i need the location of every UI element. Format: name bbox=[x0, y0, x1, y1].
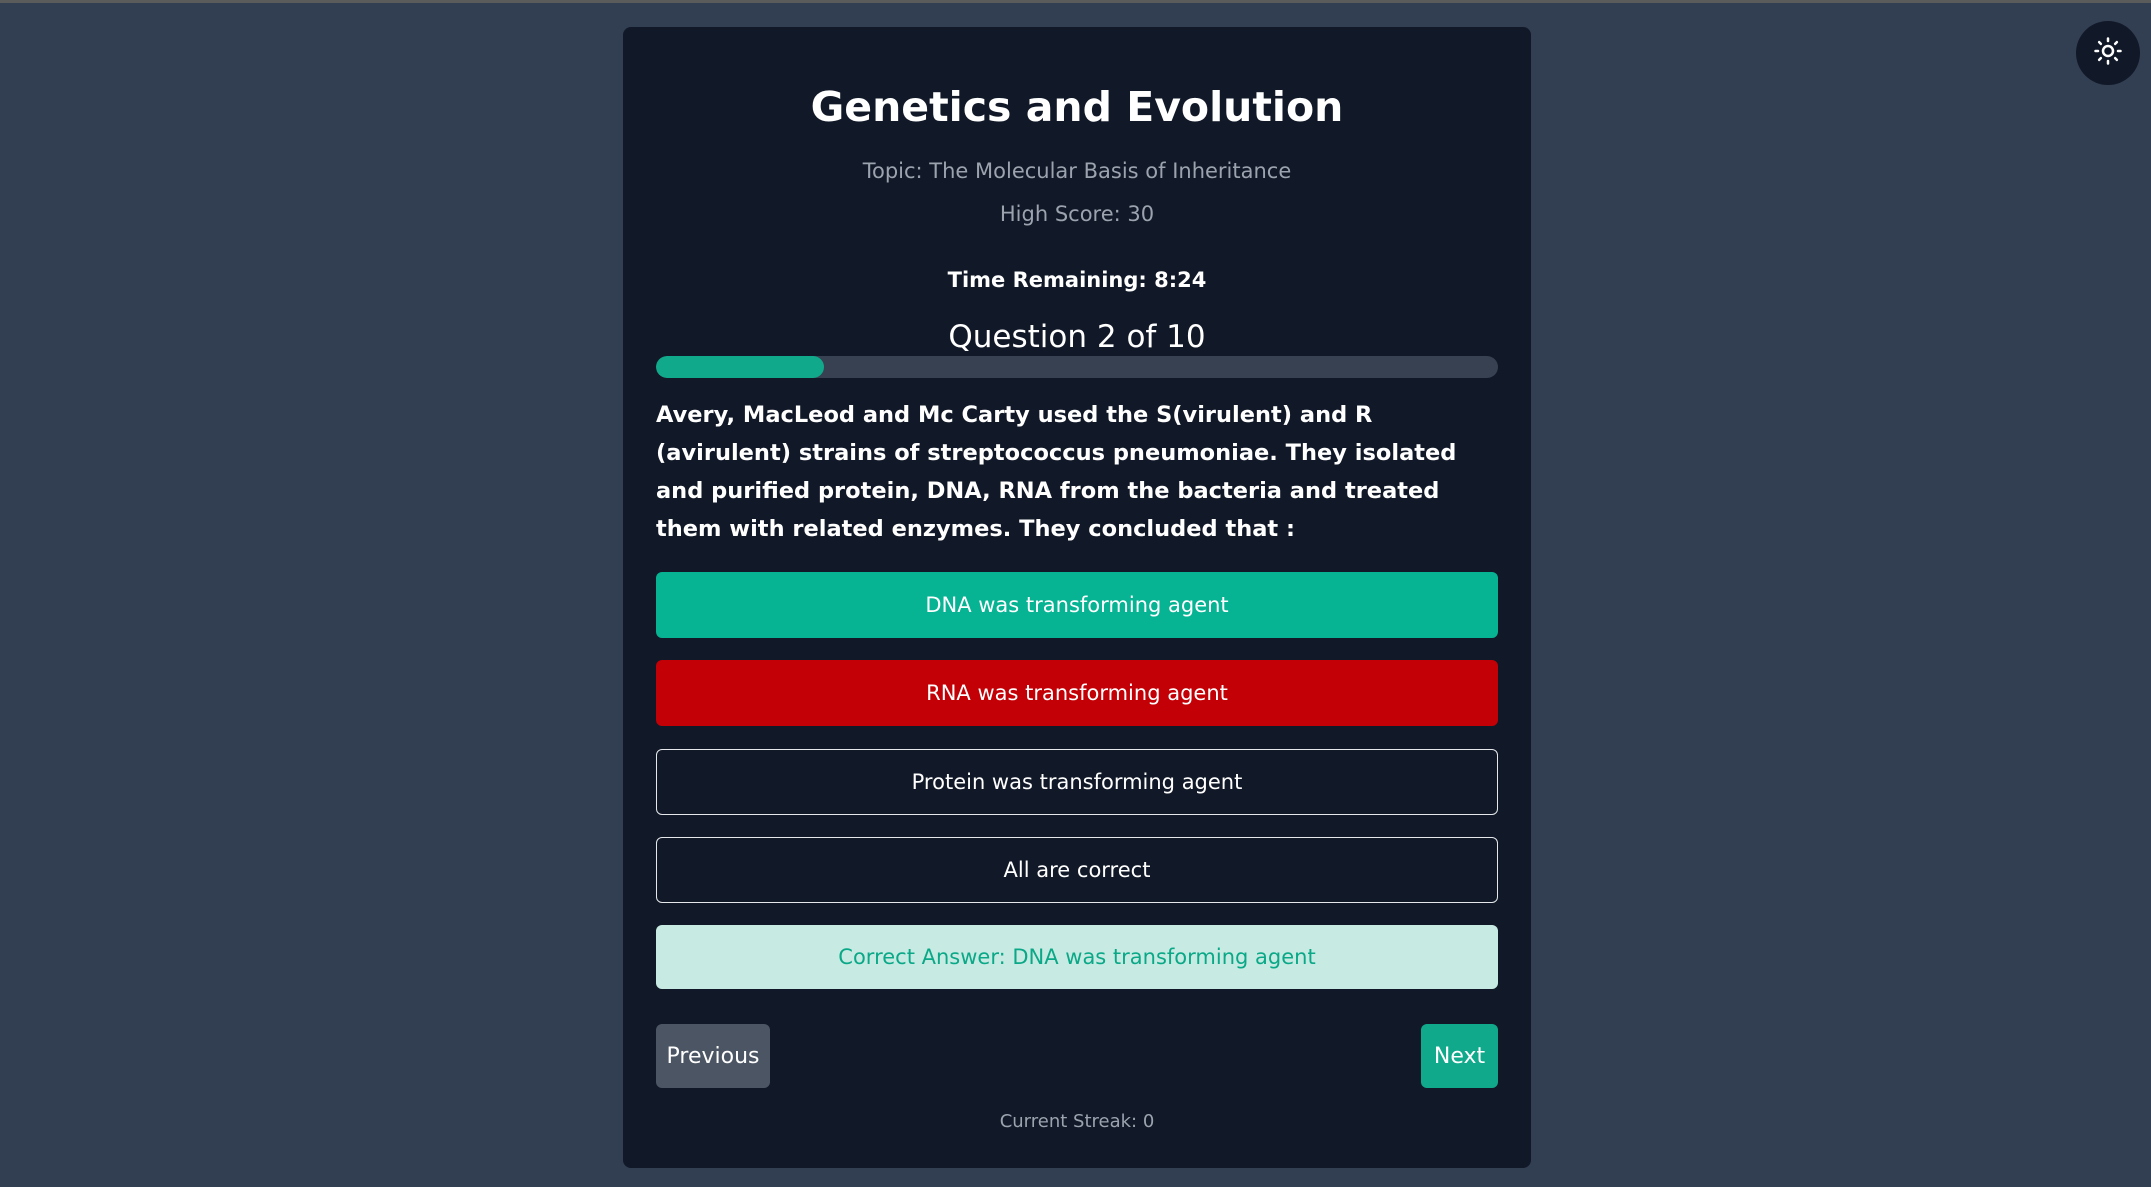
quiz-card: Genetics and Evolution Topic: The Molecu… bbox=[623, 27, 1531, 1168]
theme-toggle-button[interactable] bbox=[2076, 21, 2140, 85]
high-score-label: High Score: 30 bbox=[999, 202, 1155, 226]
progress-bar-fill bbox=[656, 356, 825, 378]
time-remaining: Time Remaining: 8:24 bbox=[947, 268, 1207, 292]
option-button-3[interactable]: Protein was transforming agent bbox=[656, 749, 1498, 815]
topic-label: Topic: The Molecular Basis of Inheritanc… bbox=[862, 159, 1292, 183]
question-counter: Question 2 of 10 bbox=[948, 319, 1206, 355]
previous-button[interactable]: Previous bbox=[656, 1024, 770, 1088]
question-text: Avery, MacLeod and Mc Carty used the S(v… bbox=[656, 402, 1457, 542]
option-button-2[interactable]: RNA was transforming agent bbox=[656, 660, 1498, 726]
option-button-4[interactable]: All are correct bbox=[656, 837, 1498, 903]
sun-icon bbox=[2093, 36, 2123, 70]
next-button[interactable]: Next bbox=[1421, 1024, 1498, 1088]
current-streak: Current Streak: 0 bbox=[999, 1111, 1155, 1132]
correct-answer-banner: Correct Answer: DNA was transforming age… bbox=[656, 925, 1498, 989]
quiz-title: Genetics and Evolution bbox=[810, 83, 1344, 131]
browser-top-strip bbox=[0, 0, 2151, 3]
progress-bar bbox=[656, 356, 1498, 378]
option-button-1[interactable]: DNA was transforming agent bbox=[656, 572, 1498, 638]
